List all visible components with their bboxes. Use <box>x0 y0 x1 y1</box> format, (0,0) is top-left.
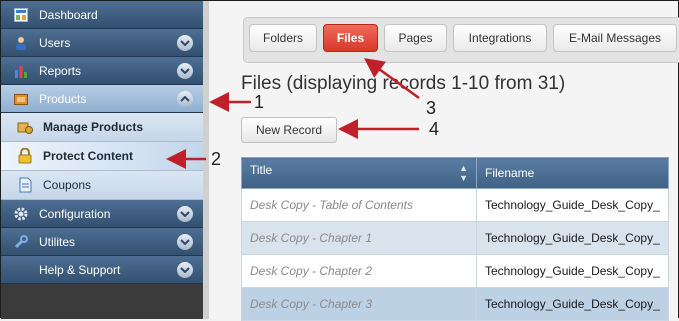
tab-files[interactable]: Files <box>323 24 378 52</box>
dashboard-icon <box>13 7 29 23</box>
wrench-icon <box>13 234 29 250</box>
sidebar-subitem-protect-content[interactable]: Protect Content <box>1 142 203 171</box>
lock-icon <box>17 148 33 164</box>
cell-title[interactable]: Desk Copy - Chapter 1 <box>241 221 477 255</box>
blank-icon <box>13 262 29 278</box>
chevron-down-icon[interactable] <box>177 233 193 250</box>
chevron-down-icon[interactable] <box>177 261 193 278</box>
page-title: Files (displaying records 1-10 from 31) <box>241 73 566 94</box>
sidebar-subitem-label: Manage Products <box>43 120 144 134</box>
sidebar-item-label: Dashboard <box>39 7 98 22</box>
sidebar-item-label: Reports <box>39 63 82 78</box>
annotation-label-1: 1 <box>254 92 265 112</box>
reports-icon <box>13 63 29 79</box>
cell-title[interactable]: Desk Copy - Table of Contents <box>241 188 477 222</box>
chevron-up-icon[interactable] <box>177 90 193 107</box>
column-header-title[interactable]: Title ▲ ▼ <box>241 157 477 189</box>
annotation-label-4: 4 <box>429 119 440 139</box>
sidebar: Dashboard Users Reports Products Manage … <box>1 1 203 319</box>
sidebar-subitem-manage-products[interactable]: Manage Products <box>1 113 203 142</box>
column-header-filename[interactable]: Filename <box>476 157 669 189</box>
tab-bar: Folders Files Pages Integrations E-Mail … <box>243 17 679 63</box>
files-table: Title ▲ ▼ Filename Desk Copy - Table of C… <box>241 157 669 321</box>
sidebar-item-dashboard[interactable]: Dashboard <box>1 1 203 29</box>
coupon-icon <box>17 177 33 193</box>
chevron-down-icon[interactable] <box>177 205 193 222</box>
tab-email-messages[interactable]: E-Mail Messages <box>553 24 677 52</box>
sidebar-item-users[interactable]: Users <box>1 29 203 57</box>
column-header-label: Filename <box>485 166 535 180</box>
annotation-label-3: 3 <box>426 98 437 118</box>
table-row[interactable]: Desk Copy - Chapter 3 Technology_Guide_D… <box>241 287 669 321</box>
sidebar-item-label: Help & Support <box>39 262 121 277</box>
table-row[interactable]: Desk Copy - Chapter 2 Technology_Guide_D… <box>241 254 669 288</box>
tab-integrations[interactable]: Integrations <box>453 24 547 52</box>
chevron-down-icon[interactable] <box>177 62 193 79</box>
table-header-row: Title ▲ ▼ Filename <box>241 157 669 189</box>
products-icon <box>13 91 29 107</box>
sort-icon[interactable]: ▲ ▼ <box>459 163 468 183</box>
manage-products-icon <box>17 119 33 135</box>
sidebar-subitem-coupons[interactable]: Coupons <box>1 171 203 200</box>
cell-filename[interactable]: Technology_Guide_Desk_Copy_ <box>476 254 669 288</box>
users-icon <box>13 35 29 51</box>
tab-pages[interactable]: Pages <box>384 24 447 52</box>
sidebar-subitem-label: Coupons <box>43 178 92 192</box>
sidebar-item-label: Utilites <box>39 234 76 249</box>
annotation-label-2: 2 <box>211 149 222 169</box>
sidebar-item-help-support[interactable]: Help & Support <box>1 256 203 284</box>
tab-folders[interactable]: Folders <box>249 24 317 52</box>
new-record-button[interactable]: New Record <box>241 117 337 143</box>
sidebar-item-label: Users <box>39 35 71 50</box>
column-header-label: Title <box>250 163 273 177</box>
cell-filename[interactable]: Technology_Guide_Desk_Copy_ <box>476 221 669 255</box>
sidebar-item-products[interactable]: Products <box>1 85 203 113</box>
cell-filename[interactable]: Technology_Guide_Desk_Copy_ <box>476 188 669 222</box>
table-row[interactable]: Desk Copy - Chapter 1 Technology_Guide_D… <box>241 221 669 255</box>
sidebar-subitem-label: Protect Content <box>43 149 133 163</box>
sidebar-item-label: Configuration <box>39 206 111 221</box>
cell-title[interactable]: Desk Copy - Chapter 3 <box>241 287 477 321</box>
sidebar-item-configuration[interactable]: Configuration <box>1 200 203 228</box>
sidebar-item-reports[interactable]: Reports <box>1 57 203 85</box>
table-row[interactable]: Desk Copy - Table of Contents Technology… <box>241 188 669 222</box>
sidebar-item-label: Products <box>39 91 87 106</box>
cell-filename[interactable]: Technology_Guide_Desk_Copy_ <box>476 287 669 321</box>
sidebar-item-utilites[interactable]: Utilites <box>1 228 203 256</box>
main-content: Folders Files Pages Integrations E-Mail … <box>203 1 679 321</box>
gear-icon <box>13 206 29 222</box>
chevron-down-icon[interactable] <box>177 34 193 51</box>
sidebar-footer <box>1 288 203 319</box>
cell-title[interactable]: Desk Copy - Chapter 2 <box>241 254 477 288</box>
